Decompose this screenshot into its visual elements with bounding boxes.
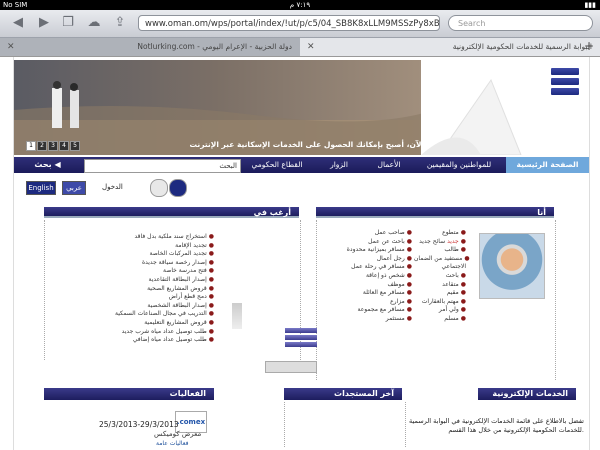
- site-search-input[interactable]: البحث: [84, 159, 241, 173]
- logo-stripes: [551, 68, 579, 98]
- search-arrow-icon: ◀: [54, 160, 61, 169]
- list-item[interactable]: طلب توصيل عداد مياه إضافي ●: [94, 336, 214, 345]
- clock: ٧:١٩ م: [289, 1, 311, 9]
- slide-2-button[interactable]: 2: [37, 141, 47, 151]
- list-item[interactable]: متطوع ●: [414, 229, 466, 238]
- event-name[interactable]: معرض كوميكس: [154, 430, 201, 438]
- nav-government[interactable]: القطاع الحكومي: [242, 157, 312, 173]
- hero-banner[interactable]: الآن، أصبح بإمكانك الحصول على الخدمات ال…: [14, 60, 589, 155]
- i-want-header: أرغب في: [44, 207, 299, 218]
- list-item[interactable]: استخراج سند ملكية بدل فاقد ●: [94, 233, 214, 242]
- search-button[interactable]: بحث ◀: [20, 158, 75, 172]
- list-item[interactable]: مزارع ●: [332, 298, 412, 307]
- arabic-button[interactable]: عربي: [62, 181, 86, 195]
- slide-1-button[interactable]: 1: [26, 141, 36, 151]
- i-am-list-col1: متطوع ● جديد سائح جديد ● طالب ● مستفيد من ا…: [414, 229, 470, 324]
- eservices-header: الخدمات الإلكترونية: [478, 388, 576, 400]
- search-field[interactable]: Search: [448, 15, 593, 31]
- browser-toolbar: ◀ ▶ ❐ ☁ ⇪ www.oman.om/wps/portal/index/!…: [0, 10, 600, 38]
- tab-oman-portal[interactable]: ✕ البوابة الرسمية للخدمات الحكومية الإلك…: [300, 38, 600, 56]
- list-item[interactable]: التدريب في مجال الصناعات السمكية ●: [94, 310, 214, 319]
- tab-notlurking[interactable]: ✕ Notlurking.com - دولة الحزبية - الإعرا…: [0, 38, 300, 56]
- back-arrow-icon[interactable]: ◀: [10, 15, 26, 31]
- list-item[interactable]: مسافر مع مجموعة ●: [332, 306, 413, 315]
- user-icon[interactable]: [169, 179, 187, 197]
- slide-3-button[interactable]: 3: [48, 141, 58, 151]
- logo-panel: [421, 60, 589, 155]
- list-item[interactable]: إصدار البطاقة التقاعدية ●: [94, 276, 214, 285]
- address-bar[interactable]: www.oman.om/wps/portal/index/!ut/p/c5/04…: [138, 15, 440, 31]
- list-item[interactable]: باحث عن عمل ●: [332, 238, 412, 247]
- i-am-list-col2: صاحب عمل ● باحث عن عمل ● مسافر بميزانية مح…: [332, 229, 412, 324]
- accessibility-icon[interactable]: [150, 179, 168, 197]
- list-item[interactable]: شخص ذو إعاقة ●: [332, 272, 412, 281]
- close-tab-icon[interactable]: ✕: [7, 38, 15, 56]
- list-item[interactable]: مسافر مع العائلة ●: [332, 289, 412, 298]
- list-item[interactable]: تجديد المركبات الخاصة ●: [94, 250, 214, 259]
- list-item[interactable]: مستفيد من الضمان ●: [414, 255, 470, 264]
- cloud-tabs-icon[interactable]: ☁: [86, 15, 102, 31]
- bookmarks-book-icon[interactable]: ❐: [60, 15, 76, 31]
- list-item[interactable]: دمج قطع أراض ●: [94, 293, 214, 302]
- new-tab-plus-icon[interactable]: +: [584, 39, 594, 53]
- nav-home[interactable]: الصفحة الرئيسية: [506, 157, 589, 173]
- nav-visitors[interactable]: الزوار: [314, 157, 364, 173]
- i-am-header: أنا: [316, 207, 554, 218]
- event-category-link[interactable]: فعاليات عامة: [156, 440, 188, 447]
- list-item[interactable]: طالب ●: [414, 246, 466, 255]
- nav-business[interactable]: الأعمال: [364, 157, 414, 173]
- list-item[interactable]: متقاعد ●: [414, 281, 466, 290]
- tab-bar: ✕ Notlurking.com - دولة الحزبية - الإعرا…: [0, 38, 600, 57]
- share-icon[interactable]: ⇪: [112, 15, 128, 31]
- list-item[interactable]: صاحب عمل ●: [332, 229, 412, 238]
- list-item[interactable]: ولي أمر ●: [414, 306, 466, 315]
- list-item[interactable]: إصدار رخصة سياقة جديدة ●: [94, 259, 214, 268]
- events-header: الفعاليات: [44, 388, 214, 400]
- close-tab-icon[interactable]: ✕: [307, 38, 315, 56]
- main-navigation: الصفحة الرئيسية للمواطنين والمقيمين الأع…: [14, 157, 589, 173]
- web-page: الآن، أصبح بإمكانك الحصول على الخدمات ال…: [0, 57, 600, 450]
- list-item[interactable]: قروض المشاريع التعليمية ●: [94, 319, 214, 328]
- mini-logo-stripes: [285, 328, 317, 352]
- search-label: البحث: [219, 162, 237, 170]
- list-item[interactable]: مستثمر ●: [332, 315, 412, 324]
- slide-4-button[interactable]: 4: [59, 141, 69, 151]
- list-item[interactable]: مسافر في رحلة عمل ●: [332, 263, 412, 272]
- i-want-list: استخراج سند ملكية بدل فاقد ● تجديد الإقام…: [94, 233, 214, 345]
- mini-widget[interactable]: [265, 361, 317, 373]
- list-item[interactable]: طلب توصيل عداد مياه شرب جديد ●: [94, 328, 214, 337]
- list-item[interactable]: باحث ●: [414, 272, 466, 281]
- latest-news-box: [284, 402, 406, 447]
- slide-pager: 12345: [26, 141, 81, 151]
- status-bar: No SIM ٧:١٩ م ▮▮▮: [0, 0, 600, 10]
- login-label[interactable]: الدخول: [102, 181, 123, 193]
- list-item[interactable]: مقيم ●: [414, 289, 466, 298]
- list-item[interactable]: إصدار البطاقة الشخصية ●: [94, 302, 214, 311]
- event-date: 25/3/2013-29/3/2013: [99, 420, 179, 429]
- eservices-text: تفضل بالاطلاع على قائمة الخدمات الإلكترو…: [409, 417, 584, 434]
- blurred-image: [232, 303, 242, 329]
- list-item[interactable]: مسلم ●: [414, 315, 466, 324]
- list-item[interactable]: موظف ●: [332, 281, 412, 290]
- list-item[interactable]: فتح مدرسة خاصة ●: [94, 267, 214, 276]
- list-item[interactable]: الاجتماعي: [414, 263, 467, 272]
- list-item[interactable]: تجديد الإقامة ●: [94, 242, 214, 251]
- list-item[interactable]: رجل أعمال ●: [332, 255, 412, 264]
- list-item[interactable]: جديد سائح جديد ●: [414, 238, 466, 247]
- forward-arrow-icon[interactable]: ▶: [36, 15, 52, 31]
- latest-news-header: آخر المستجدات: [284, 388, 402, 400]
- list-item[interactable]: مسافر بميزانية محدودة ●: [332, 246, 412, 255]
- nav-citizens[interactable]: للمواطنين والمقيمين: [414, 157, 504, 173]
- list-item[interactable]: قروض المشاريع الصحية ●: [94, 285, 214, 294]
- banner-slogan: الآن، أصبح بإمكانك الحصول على الخدمات ال…: [189, 140, 424, 149]
- english-button[interactable]: English: [26, 181, 56, 195]
- battery-icon: ▮▮▮: [584, 1, 596, 9]
- user-avatar: [479, 233, 545, 299]
- slide-5-button[interactable]: 5: [70, 141, 80, 151]
